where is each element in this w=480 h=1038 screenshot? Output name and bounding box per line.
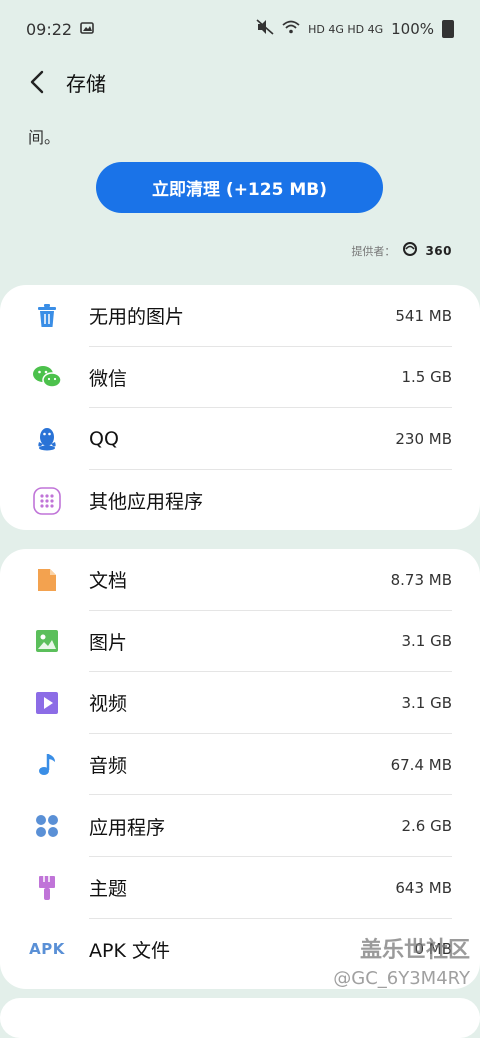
status-bar: 09:22 HD 4G HD 4G 100% xyxy=(0,0,480,58)
item-label: 无用的图片 xyxy=(89,306,185,329)
app-header: 存储 xyxy=(0,58,480,106)
provider-credit: 提供者： 360 xyxy=(351,242,452,259)
item-label: 主题 xyxy=(89,878,128,901)
provider-logo-icon xyxy=(403,242,418,259)
categories-card: 文档 8.73 MB 图片 3.1 GB 视频 3.1 GB 音频 67.4 M… xyxy=(0,549,480,989)
list-item-videos[interactable]: 视频 3.1 GB xyxy=(0,672,480,734)
list-item-other-apps[interactable]: 其他应用程序 xyxy=(0,470,480,532)
status-left: 09:22 xyxy=(26,20,94,39)
item-size: 230 MB xyxy=(395,429,452,448)
status-time: 09:22 xyxy=(26,19,73,39)
video-icon xyxy=(32,688,62,718)
apk-icon: APK xyxy=(29,940,65,959)
list-item-images[interactable]: 图片 3.1 GB xyxy=(0,611,480,673)
back-button[interactable] xyxy=(26,68,50,96)
list-item-audio[interactable]: 音频 67.4 MB xyxy=(0,734,480,796)
battery-text: 100% xyxy=(391,20,434,38)
wechat-icon xyxy=(32,362,62,392)
item-size: 3.1 GB xyxy=(401,632,452,651)
status-right: HD 4G HD 4G 100% xyxy=(256,19,454,39)
item-size: 2.6 GB xyxy=(401,817,452,836)
list-item-applications[interactable]: 应用程序 2.6 GB xyxy=(0,795,480,857)
list-item-themes[interactable]: 主题 643 MB xyxy=(0,857,480,919)
wifi-icon xyxy=(282,20,300,38)
list-item-qq[interactable]: QQ 230 MB xyxy=(0,408,480,470)
next-card xyxy=(0,998,480,1038)
music-icon xyxy=(32,750,62,780)
item-label: 文档 xyxy=(89,570,128,593)
brush-icon xyxy=(32,873,62,903)
back-arrow-icon xyxy=(30,70,44,94)
list-item-documents[interactable]: 文档 8.73 MB xyxy=(0,549,480,611)
item-label: 图片 xyxy=(89,631,128,654)
item-label: QQ xyxy=(89,427,119,450)
item-size: 643 MB xyxy=(395,878,452,897)
item-size: 541 MB xyxy=(395,306,452,325)
trash-icon xyxy=(32,301,62,331)
mute-icon xyxy=(256,19,274,39)
image-icon xyxy=(32,626,62,656)
watermark-title: 盖乐世社区 xyxy=(359,938,470,963)
item-label: APK 文件 xyxy=(89,939,170,962)
provider-name: 360 xyxy=(425,243,452,258)
qq-icon xyxy=(32,424,62,454)
item-label: 应用程序 xyxy=(89,816,166,839)
item-size: 8.73 MB xyxy=(390,570,452,589)
item-size: 1.5 GB xyxy=(401,368,452,387)
watermark-user: @GC_6Y3M4RY xyxy=(333,968,470,989)
description-snippet: 间。 xyxy=(28,128,61,147)
battery-icon xyxy=(442,20,454,38)
signal-text: HD 4G HD 4G xyxy=(308,22,384,36)
document-icon xyxy=(32,565,62,595)
apps-grid-icon xyxy=(32,486,62,516)
gallery-notification-icon xyxy=(80,20,94,39)
item-label: 其他应用程序 xyxy=(89,491,204,514)
item-label: 音频 xyxy=(89,755,128,778)
page-title: 存储 xyxy=(66,72,106,96)
provider-prefix: 提供者： xyxy=(351,244,396,258)
item-label: 视频 xyxy=(89,693,128,716)
cleanup-card: 无用的图片 541 MB 微信 1.5 GB QQ 230 MB 其他应用程序 xyxy=(0,285,480,530)
clean-now-button[interactable]: 立即清理 (+125 MB) xyxy=(96,162,383,213)
list-item-unused-images[interactable]: 无用的图片 541 MB xyxy=(0,285,480,347)
item-label: 微信 xyxy=(89,367,128,390)
item-size: 67.4 MB xyxy=(390,755,452,774)
apps-icon xyxy=(32,811,62,841)
item-size: 3.1 GB xyxy=(401,693,452,712)
list-item-wechat[interactable]: 微信 1.5 GB xyxy=(0,347,480,409)
